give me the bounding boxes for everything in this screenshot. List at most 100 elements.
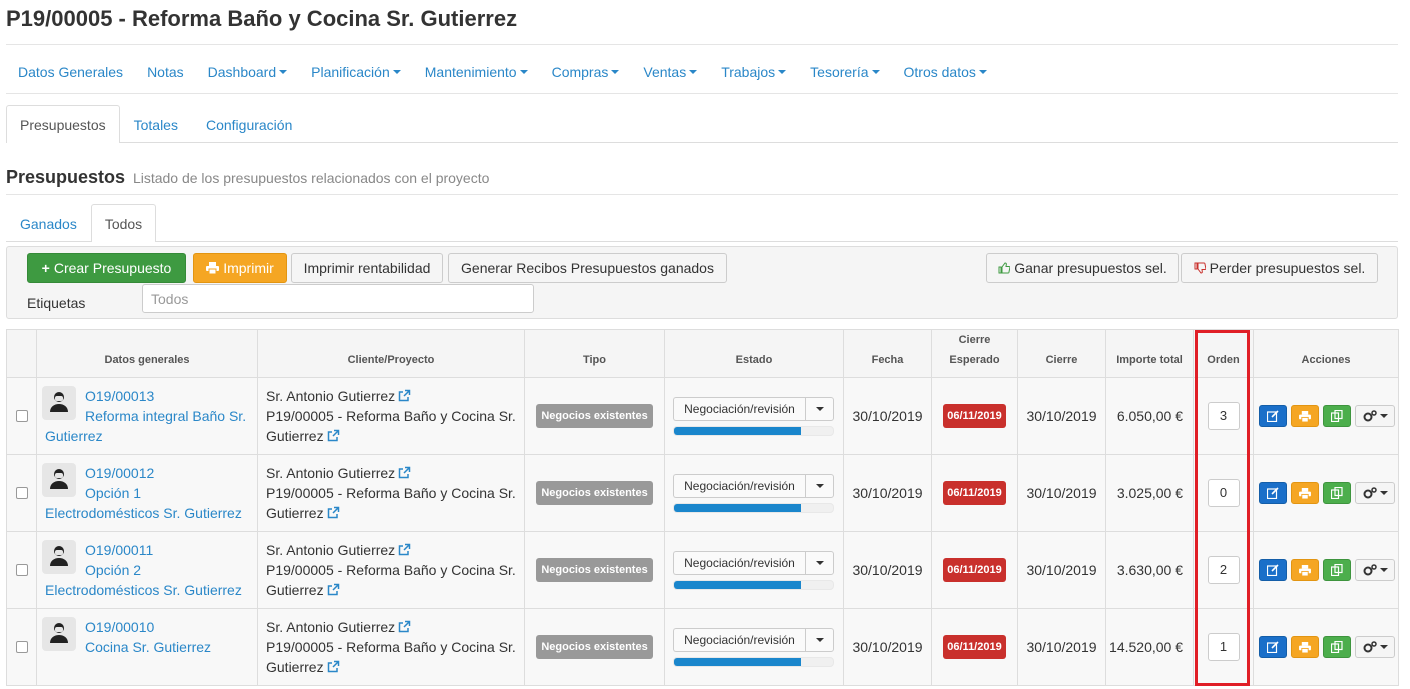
estado-value[interactable]: Negociación/revisión — [673, 473, 805, 498]
tipo-cell: Negocios existentes — [524, 531, 665, 609]
crear-presupuesto-button[interactable]: + Crear Presupuesto — [27, 253, 186, 283]
tipo-cell: Negocios existentes — [524, 608, 665, 686]
nav-item-ventas[interactable]: Ventas — [631, 60, 709, 84]
print-button[interactable] — [1291, 559, 1319, 581]
row-checkbox[interactable] — [15, 641, 28, 653]
more-actions-button[interactable] — [1355, 482, 1395, 504]
section-subtitle: Listado de los presupuestos relacionados… — [132, 170, 490, 186]
nav-item-compras[interactable]: Compras — [540, 60, 632, 84]
print-button[interactable] — [1291, 636, 1319, 658]
estado-value[interactable]: Negociación/revisión — [673, 550, 805, 575]
external-link-icon[interactable] — [327, 506, 340, 519]
estado-dropdown[interactable]: Negociación/revisión — [673, 627, 834, 652]
nav-item-dashboard[interactable]: Dashboard — [196, 60, 300, 84]
estado-toggle[interactable] — [805, 396, 834, 421]
orden-input[interactable]: 2 — [1207, 556, 1240, 584]
caret-down-icon — [392, 70, 401, 74]
section-title: Presupuestos — [6, 167, 126, 187]
cliente-proyecto-cell: Sr. Antonio Gutierrez P19/00005 - Reforma… — [257, 454, 525, 532]
estado-value[interactable]: Negociación/revisión — [673, 627, 805, 652]
importe-cell: 6.050,00 € — [1105, 377, 1194, 455]
user-icon — [49, 621, 69, 648]
col-datos-generales[interactable]: Datos generales — [36, 329, 258, 378]
external-link-icon[interactable] — [327, 429, 340, 442]
nav-item-trabajos[interactable]: Trabajos — [709, 60, 798, 84]
edit-button[interactable] — [1259, 405, 1287, 427]
tab-totales[interactable]: Totales — [120, 105, 192, 143]
col-estado[interactable]: Estado — [664, 329, 844, 378]
edit-button[interactable] — [1259, 559, 1287, 581]
estado-dropdown[interactable]: Negociación/revisión — [673, 473, 834, 498]
presupuestos-table: Datos generales Cliente/Proyecto Tipo Es… — [6, 329, 1399, 686]
user-icon — [49, 390, 69, 417]
external-link-icon[interactable] — [398, 466, 411, 479]
col-cliente-proyecto[interactable]: Cliente/Proyecto — [257, 329, 525, 378]
estado-progress-bar — [673, 425, 834, 436]
estado-toggle[interactable] — [805, 473, 834, 498]
table-header: Datos generales Cliente/Proyecto Tipo Es… — [6, 329, 1399, 378]
presupuesto-name-cont: Gutierrez — [45, 428, 103, 444]
imprimir-rentabilidad-button[interactable]: Imprimir rentabilidad — [291, 253, 443, 283]
nav-item-mantenimiento[interactable]: Mantenimiento — [413, 60, 540, 84]
print-button[interactable] — [1291, 482, 1319, 504]
avatar — [42, 386, 76, 420]
more-actions-button[interactable] — [1355, 405, 1395, 427]
orden-input[interactable]: 3 — [1207, 402, 1240, 430]
orden-input[interactable]: 1 — [1207, 633, 1240, 661]
col-orden[interactable]: Orden — [1193, 329, 1254, 378]
cierre-cell: 30/10/2019 — [1017, 454, 1106, 532]
estado-cell: Negociación/revisión — [664, 531, 844, 609]
more-actions-button[interactable] — [1355, 636, 1395, 658]
progress-fill — [674, 503, 802, 512]
generar-recibos-button[interactable]: Generar Recibos Presupuestos ganados — [448, 253, 727, 283]
col-tipo[interactable]: Tipo — [524, 329, 665, 378]
print-button[interactable] — [1291, 405, 1319, 427]
external-link-icon[interactable] — [327, 660, 340, 673]
caret-down-icon — [519, 70, 528, 74]
estado-dropdown[interactable]: Negociación/revisión — [673, 550, 834, 575]
more-actions-button[interactable] — [1355, 559, 1395, 581]
duplicate-button[interactable] — [1323, 559, 1351, 581]
tab-todos[interactable]: Todos — [90, 204, 157, 242]
tab-ganados[interactable]: Ganados — [6, 204, 91, 242]
ganar-presupuestos-button[interactable]: Ganar presupuestos sel. — [986, 253, 1179, 283]
etiquetas-input[interactable] — [142, 284, 534, 313]
perder-presupuestos-button[interactable]: Perder presupuestos sel. — [1181, 253, 1378, 283]
nav-item-planificacion[interactable]: Planificación — [299, 60, 413, 84]
copy-icon — [1331, 641, 1343, 653]
row-checkbox[interactable] — [15, 410, 28, 422]
col-importe-total[interactable]: Importe total — [1105, 329, 1194, 378]
estado-progress-bar — [673, 502, 834, 513]
col-fecha[interactable]: Fecha — [843, 329, 932, 378]
estado-toggle[interactable] — [805, 627, 834, 652]
nav-item-tesoreria[interactable]: Tesorería — [798, 60, 891, 84]
caret-down-icon — [1379, 645, 1388, 649]
imprimir-button[interactable]: Imprimir — [193, 253, 287, 283]
external-link-icon[interactable] — [398, 620, 411, 633]
duplicate-button[interactable] — [1323, 405, 1351, 427]
orden-cell: 1 — [1193, 608, 1254, 686]
proyecto-name-cont: Gutierrez — [266, 659, 324, 675]
row-checkbox[interactable] — [15, 564, 28, 576]
estado-cell: Negociación/revisión — [664, 608, 844, 686]
external-link-icon[interactable] — [398, 543, 411, 556]
row-checkbox[interactable] — [15, 487, 28, 499]
edit-button[interactable] — [1259, 636, 1287, 658]
duplicate-button[interactable] — [1323, 482, 1351, 504]
external-link-icon[interactable] — [327, 583, 340, 596]
orden-input[interactable]: 0 — [1207, 479, 1240, 507]
estado-cell: Negociación/revisión — [664, 377, 844, 455]
estado-value[interactable]: Negociación/revisión — [673, 396, 805, 421]
estado-dropdown[interactable]: Negociación/revisión — [673, 396, 834, 421]
estado-toggle[interactable] — [805, 550, 834, 575]
nav-item-otros-datos[interactable]: Otros datos — [892, 60, 999, 84]
edit-button[interactable] — [1259, 482, 1287, 504]
external-link-icon[interactable] — [398, 389, 411, 402]
tab-configuracion[interactable]: Configuración — [192, 105, 306, 143]
nav-item-datos-generales[interactable]: Datos Generales — [6, 60, 135, 84]
duplicate-button[interactable] — [1323, 636, 1351, 658]
nav-item-notas[interactable]: Notas — [135, 60, 196, 84]
col-cierre[interactable]: Cierre — [1017, 329, 1106, 378]
tab-presupuestos[interactable]: Presupuestos — [6, 105, 120, 143]
col-cierre-esperado[interactable]: Cierre Esperado — [931, 329, 1018, 378]
